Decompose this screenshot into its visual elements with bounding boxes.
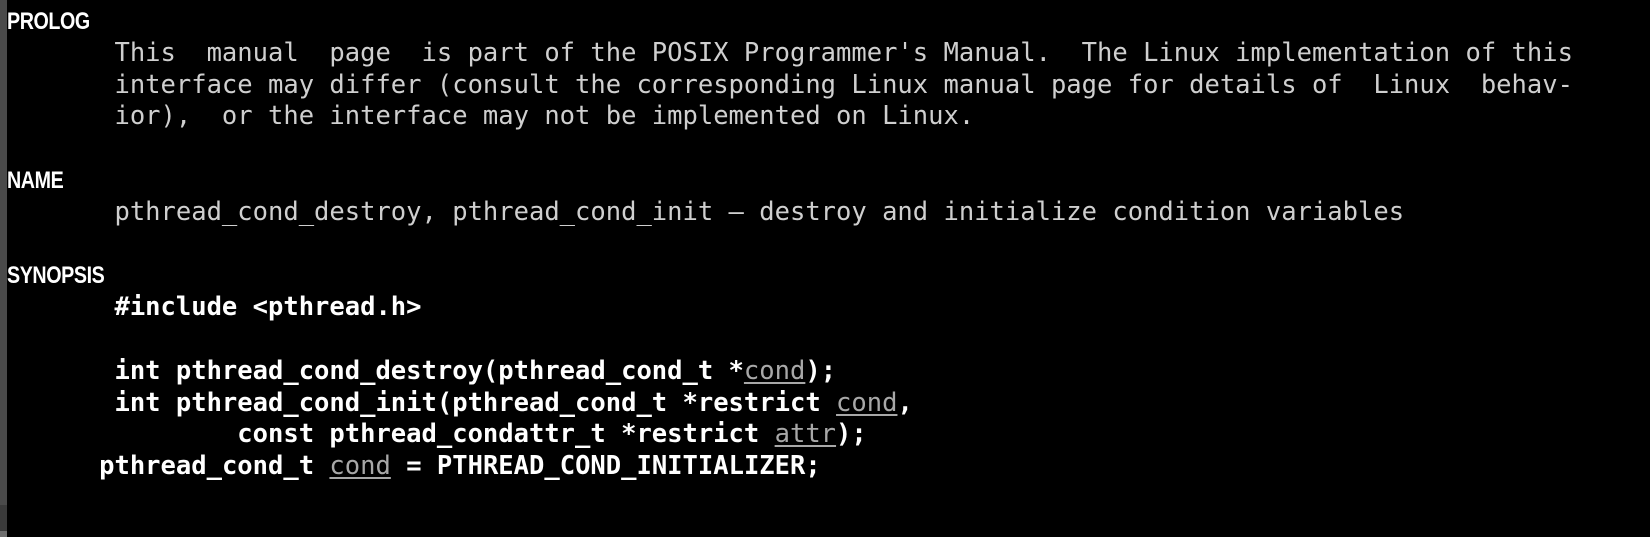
- decl-destroy-prefix: int pthread_cond_destroy(pthread_cond_t …: [114, 355, 744, 386]
- decl-initializer-param-cond: cond: [329, 451, 391, 482]
- section-heading-name: NAME: [7, 166, 64, 194]
- section-heading-prolog: PROLOG: [7, 8, 90, 35]
- decl-initializer-prefix: pthread_cond_t: [99, 451, 330, 482]
- synopsis-decl-initializer: pthread_cond_t cond = PTHREAD_COND_INITI…: [7, 451, 1650, 483]
- decl-init-param-cond: cond: [836, 387, 898, 418]
- decl-init-cont-suffix: );: [836, 419, 867, 450]
- terminal-window[interactable]: PROLOG This manual page is part of the P…: [0, 0, 1650, 537]
- decl-destroy-suffix: );: [805, 355, 837, 386]
- man-page-content[interactable]: PROLOG This manual page is part of the P…: [7, 0, 1650, 537]
- prolog-line-1: This manual page is part of the POSIX Pr…: [7, 37, 1573, 68]
- window-left-border-cap: [0, 531, 7, 537]
- decl-destroy-param-cond: cond: [743, 355, 806, 386]
- decl-init-prefix: int pthread_cond_init(pthread_cond_t *re…: [114, 387, 837, 418]
- decl-init-cont-prefix: const pthread_condattr_t *restrict: [114, 419, 775, 450]
- decl-init-param-attr: attr: [774, 419, 837, 450]
- synopsis-include-line: #include <pthread.h>: [7, 292, 1650, 324]
- synopsis-decl-init-line2: const pthread_condattr_t *restrict attr)…: [7, 419, 1650, 451]
- synopsis-decl-init-line1: int pthread_cond_init(pthread_cond_t *re…: [7, 388, 1650, 420]
- prolog-line-3: ior), or the interface may not be implem…: [7, 101, 975, 132]
- decl-init-comma: ,: [897, 387, 913, 418]
- window-left-border: [0, 0, 7, 537]
- prolog-line-2: interface may differ (consult the corres…: [7, 69, 1573, 100]
- name-line-1: pthread_cond_destroy, pthread_cond_init …: [7, 196, 1405, 227]
- synopsis-decl-destroy: int pthread_cond_destroy(pthread_cond_t …: [7, 356, 1650, 388]
- include-directive: #include <pthread.h>: [114, 292, 422, 323]
- section-heading-synopsis: SYNOPSIS: [7, 262, 105, 290]
- decl-initializer-suffix: = PTHREAD_COND_INITIALIZER;: [390, 451, 821, 482]
